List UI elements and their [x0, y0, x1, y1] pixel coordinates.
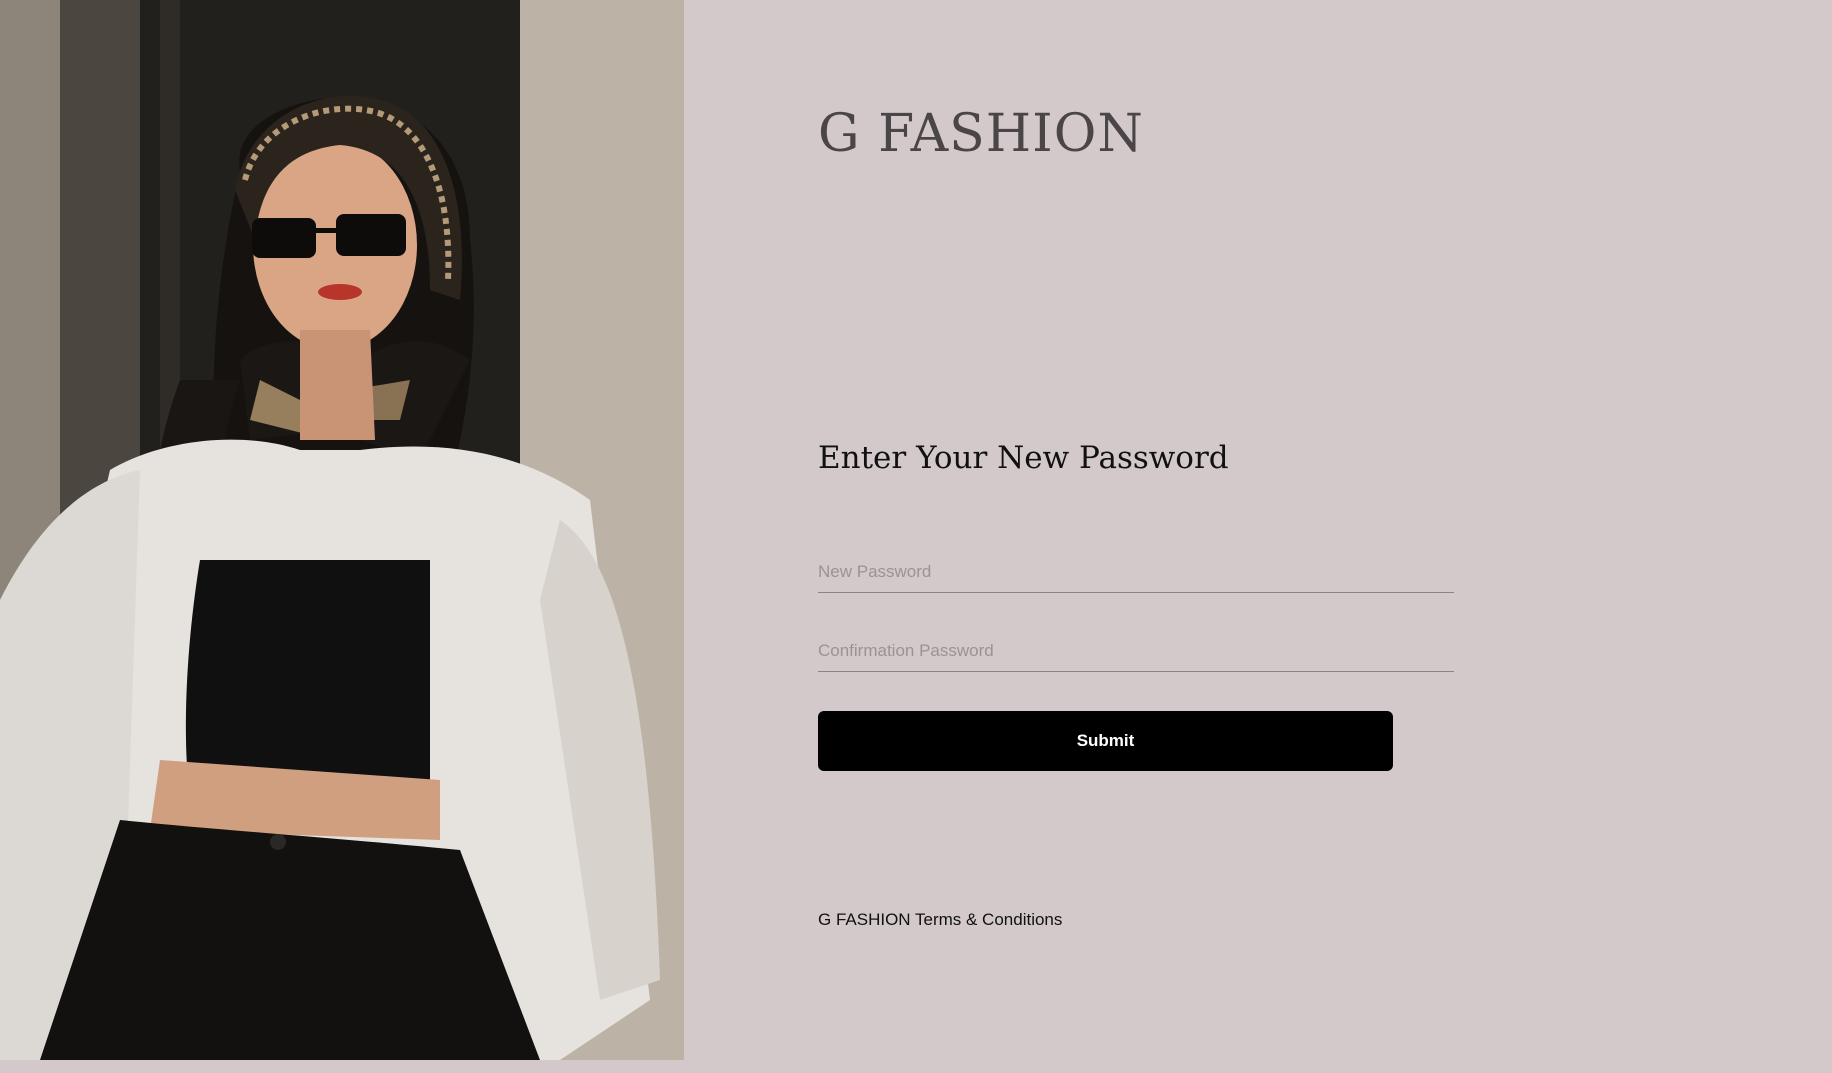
hero-photo	[0, 0, 684, 1060]
submit-button[interactable]: Submit	[818, 711, 1393, 771]
terms-conditions-link[interactable]: G FASHION Terms & Conditions	[818, 910, 1062, 930]
new-password-input[interactable]	[818, 552, 1454, 593]
page-title: Enter Your New Password	[818, 440, 1229, 476]
brand-logo-text: G FASHION	[818, 104, 1144, 164]
confirm-password-input[interactable]	[818, 631, 1454, 672]
